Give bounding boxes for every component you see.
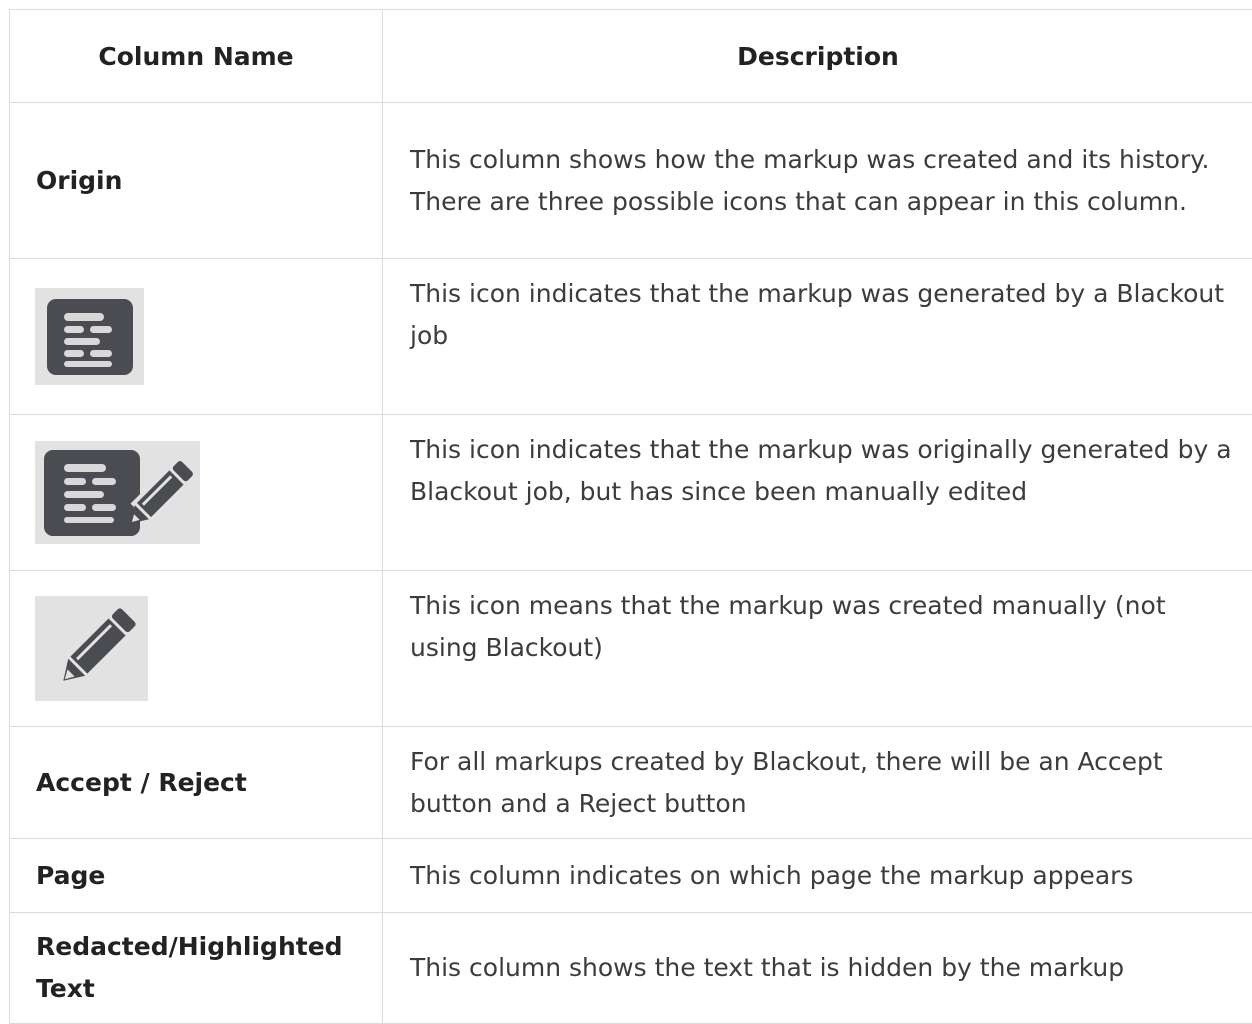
row-name-cell: Origin [10, 103, 383, 258]
row-name: Accept / Reject [36, 767, 247, 797]
blackout-edited-icon [35, 441, 200, 544]
row-icon-cell [10, 415, 383, 570]
table-header-row: Column Name Description [10, 10, 1252, 103]
row-description-cell: This column indicates on which page the … [383, 839, 1252, 912]
row-name-cell: Redacted/Highlighted Text [10, 913, 383, 1023]
row-description: This column shows how the markup was cre… [410, 144, 1210, 216]
row-name: Redacted/Highlighted Text [36, 932, 343, 1003]
row-description: This icon means that the markup was crea… [410, 591, 1166, 662]
row-name: Page [36, 860, 106, 890]
table-row: This icon indicates that the markup was … [10, 415, 1252, 571]
table-row: Accept / Reject For all markups created … [10, 727, 1252, 839]
row-description: This icon indicates that the markup was … [410, 279, 1225, 350]
row-description: This column shows the text that is hidde… [410, 953, 1125, 982]
row-icon-cell [10, 571, 383, 726]
row-icon-cell [10, 259, 383, 414]
table-row: This icon indicates that the markup was … [10, 259, 1252, 415]
header-column-name: Column Name [10, 10, 383, 102]
row-name: Origin [36, 165, 123, 195]
row-name-cell: Page [10, 839, 383, 912]
table-row: This icon means that the markup was crea… [10, 571, 1252, 727]
row-description-cell: This icon means that the markup was crea… [383, 571, 1252, 726]
row-description-cell: For all markups created by Blackout, the… [383, 727, 1252, 838]
pencil-icon [35, 596, 148, 701]
table-row: Origin This column shows how the markup … [10, 103, 1252, 259]
table-row: Redacted/Highlighted Text This column sh… [10, 913, 1252, 1024]
row-description-cell: This column shows the text that is hidde… [383, 913, 1252, 1023]
row-description: This icon indicates that the markup was … [410, 435, 1232, 506]
header-description: Description [737, 41, 899, 71]
row-name-cell: Accept / Reject [10, 727, 383, 838]
row-description-cell: This icon indicates that the markup was … [383, 259, 1252, 414]
column-description-table: Column Name Description Origin This colu… [9, 9, 1252, 1024]
row-description: This column indicates on which page the … [410, 860, 1134, 890]
table-row: Page This column indicates on which page… [10, 839, 1252, 913]
blackout-job-icon [35, 288, 144, 385]
row-description: For all markups created by Blackout, the… [410, 746, 1163, 818]
row-description-cell: This column shows how the markup was cre… [383, 103, 1252, 258]
row-description-cell: This icon indicates that the markup was … [383, 415, 1252, 570]
